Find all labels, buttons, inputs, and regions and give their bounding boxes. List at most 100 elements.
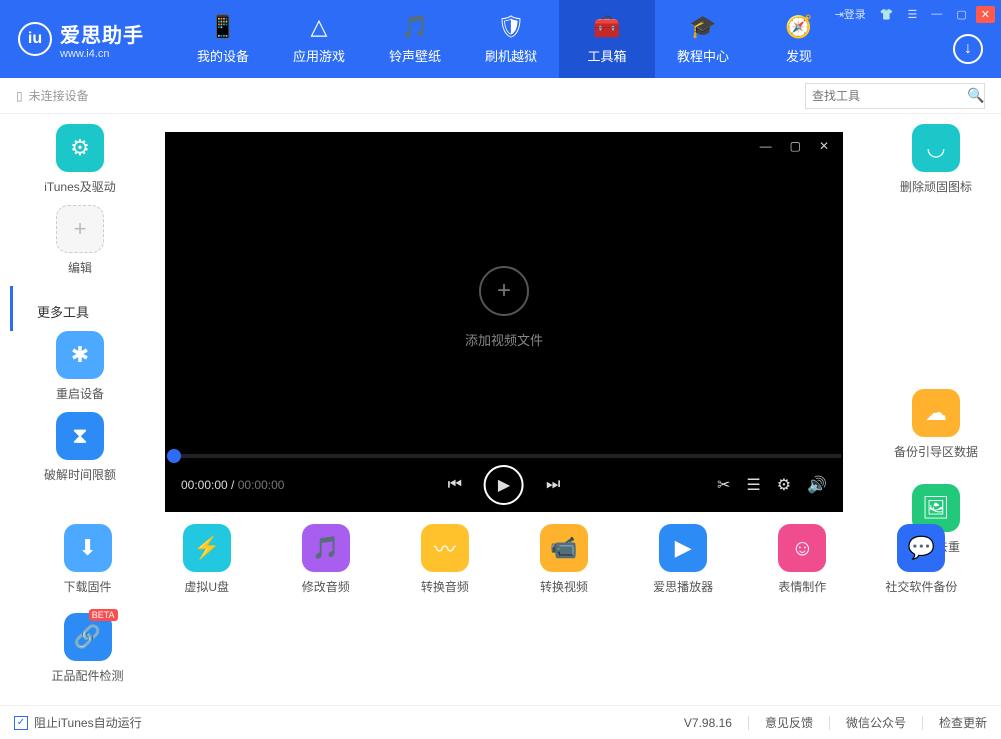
tool-grid-item[interactable]: 🔗BETA正品配件检测 <box>52 613 124 684</box>
content: ⚙ iTunes及驱动 + 编辑 更多工具 ✱ 重启设备 ⧗ 破解时间限额 ◡ … <box>0 114 1001 705</box>
itunes-block-checkbox[interactable]: ✓ <box>14 716 28 730</box>
hourglass-icon: ⧗ <box>56 412 104 460</box>
logo-icon: iu <box>18 22 52 56</box>
shield-icon: 🛡 <box>497 14 525 40</box>
tool-icon: 〰 <box>421 524 469 572</box>
tool-icon: 💬 <box>897 524 945 572</box>
backup-icon: ☁ <box>912 389 960 437</box>
nav-tutorials[interactable]: 🎓教程中心 <box>655 0 751 78</box>
subbar: ▯ 未连接设备 🔍 <box>0 78 1001 114</box>
plus-icon: + <box>56 205 104 253</box>
phone-icon: 📱 <box>209 14 236 40</box>
prev-button[interactable]: ⏮ <box>448 476 462 494</box>
tool-grid-item[interactable]: ▶ 爱思播放器 <box>653 524 713 595</box>
nav-jailbreak[interactable]: 🛡刷机越狱 <box>463 0 559 78</box>
beta-badge: BETA <box>89 609 118 621</box>
video-player: — ▢ ✕ + 添加视频文件 00:00:00 / 00:00:00 ⏮ ▶ ⏭… <box>165 132 843 512</box>
tool-label: 正品配件检测 <box>52 667 124 684</box>
left-column: ⚙ iTunes及驱动 + 编辑 更多工具 ✱ 重启设备 ⧗ 破解时间限额 <box>0 114 160 493</box>
logo[interactable]: iu 爱思助手 www.i4.cn <box>0 19 175 60</box>
tool-label: 虚拟U盘 <box>184 578 229 595</box>
apps-icon: △ <box>311 14 328 40</box>
music-icon: 🎵 <box>401 14 428 40</box>
tool-icon: 📹 <box>540 524 588 572</box>
tool-itunes-driver[interactable]: ⚙ iTunes及驱动 <box>20 124 140 195</box>
feedback-link[interactable]: 意见反馈 <box>765 714 813 731</box>
play-button[interactable]: ▶ <box>484 465 524 505</box>
tool-delete-stubborn-icon[interactable]: ◡ 删除顽固图标 <box>876 124 996 195</box>
next-button[interactable]: ⏭ <box>546 476 560 494</box>
skin-button[interactable]: 👕 <box>875 6 899 23</box>
tool-label: 修改音频 <box>302 578 350 595</box>
tool-label: 爱思播放器 <box>653 578 713 595</box>
tool-grid-item[interactable]: 💬 社交软件备份 <box>885 524 957 595</box>
download-button[interactable]: ↓ <box>953 34 983 64</box>
itunes-block-label: 阻止iTunes自动运行 <box>34 714 142 731</box>
title-controls: ⇥ 登录 👕 ☰ — ▢ ✕ <box>830 4 995 24</box>
toolbox-icon: 🧰 <box>593 14 620 40</box>
close-button[interactable]: ✕ <box>976 6 995 23</box>
version-label: V7.98.16 <box>684 716 732 730</box>
tool-label: 社交软件备份 <box>885 578 957 595</box>
tool-icon: ☺ <box>778 524 826 572</box>
tool-grid-item[interactable]: 📹 转换视频 <box>540 524 588 595</box>
minimize-button[interactable]: — <box>926 6 947 22</box>
tool-edit[interactable]: + 编辑 <box>20 205 140 276</box>
player-maximize[interactable]: ▢ <box>790 139 801 153</box>
tool-label: 转换视频 <box>540 578 588 595</box>
book-icon: 🎓 <box>689 14 716 40</box>
search-box[interactable]: 🔍 <box>805 83 985 109</box>
tool-grid-item[interactable]: ⚡ 虚拟U盘 <box>183 524 231 595</box>
phone-outline-icon: ▯ <box>16 89 23 103</box>
tool-grid-item[interactable]: ☺表情制作 <box>778 524 826 595</box>
search-input[interactable] <box>812 89 967 103</box>
logo-title: 爱思助手 <box>60 19 144 48</box>
nav-my-device[interactable]: 📱我的设备 <box>175 0 271 78</box>
tool-icon: ⬇ <box>64 524 112 572</box>
player-titlebar: — ▢ ✕ <box>165 132 843 160</box>
search-icon[interactable]: 🔍 <box>967 87 984 104</box>
tool-grid-item[interactable]: 〰转换音频 <box>421 524 469 595</box>
tool-grid: ⬇ 下载固件 ⚡ 虚拟U盘 🎵 修改音频 〰转换音频 📹 转换视频 ▶ 爱思播放器 ☺表情制作 💬 社交软… <box>28 524 981 694</box>
wechat-link[interactable]: 微信公众号 <box>846 714 906 731</box>
volume-button[interactable]: 🔊 <box>807 475 827 495</box>
check-update-link[interactable]: 检查更新 <box>939 714 987 731</box>
section-more-tools: 更多工具 <box>10 286 160 331</box>
time-display: 00:00:00 / 00:00:00 <box>181 478 284 492</box>
tool-icon: ⚡ <box>183 524 231 572</box>
nav-toolbox[interactable]: 🧰工具箱 <box>559 0 655 78</box>
tool-backup-boot[interactable]: ☁ 备份引导区数据 <box>876 389 996 460</box>
playlist-button[interactable]: ☰ <box>746 475 760 495</box>
header: iu 爱思助手 www.i4.cn 📱我的设备 △应用游戏 🎵铃声壁纸 🛡刷机越… <box>0 0 1001 78</box>
add-video-button[interactable]: + <box>479 266 529 316</box>
logo-url: www.i4.cn <box>60 48 144 60</box>
tool-crack-timelimit[interactable]: ⧗ 破解时间限额 <box>20 412 140 483</box>
login-button[interactable]: ⇥ 登录 <box>830 4 871 24</box>
player-body: + 添加视频文件 <box>165 160 843 454</box>
cut-button[interactable]: ✂ <box>717 475 730 495</box>
settings-button[interactable]: ⚙ <box>777 475 791 495</box>
gear-icon: ⚙ <box>56 124 104 172</box>
tool-icon: 🎵 <box>302 524 350 572</box>
tool-grid-item[interactable]: ⬇ 下载固件 <box>64 524 112 595</box>
player-controls: 00:00:00 / 00:00:00 ⏮ ▶ ⏭ ✂ ☰ ⚙ 🔊 <box>165 458 843 512</box>
settings-button[interactable]: ☰ <box>903 6 923 23</box>
player-close[interactable]: ✕ <box>819 139 829 153</box>
player-minimize[interactable]: — <box>760 139 772 153</box>
maximize-button[interactable]: ▢ <box>951 6 971 23</box>
restart-icon: ✱ <box>56 331 104 379</box>
tool-label: 下载固件 <box>64 578 112 595</box>
tool-grid-item[interactable]: 🎵 修改音频 <box>302 524 350 595</box>
right-column: ◡ 删除顽固图标 ☁ 备份引导区数据 🖼 图片去重 <box>871 124 1001 579</box>
footer: ✓ 阻止iTunes自动运行 V7.98.16 意见反馈 微信公众号 检查更新 <box>0 705 1001 739</box>
tool-label: 转换音频 <box>421 578 469 595</box>
main-nav: 📱我的设备 △应用游戏 🎵铃声壁纸 🛡刷机越狱 🧰工具箱 🎓教程中心 🧭发现 <box>175 0 847 78</box>
compass-icon: 🧭 <box>785 14 812 40</box>
delete-icon: ◡ <box>912 124 960 172</box>
nav-apps[interactable]: △应用游戏 <box>271 0 367 78</box>
tool-icon: ▶ <box>659 524 707 572</box>
tool-restart-device[interactable]: ✱ 重启设备 <box>20 331 140 402</box>
nav-ringtones[interactable]: 🎵铃声壁纸 <box>367 0 463 78</box>
add-video-label: 添加视频文件 <box>465 330 543 349</box>
device-status: ▯ 未连接设备 <box>16 87 89 104</box>
